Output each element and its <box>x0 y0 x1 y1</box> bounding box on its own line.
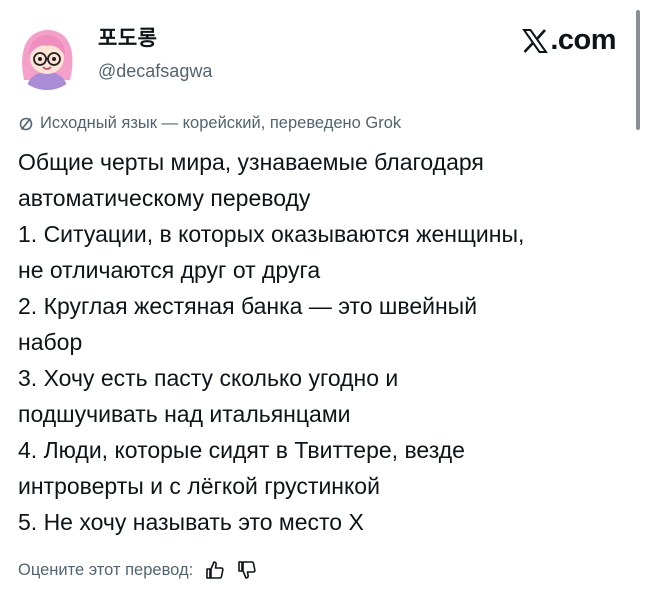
rate-translation-label: Оцените этот перевод: <box>18 560 194 579</box>
tweet-line: набор <box>18 329 83 355</box>
thumbs-down-icon <box>238 561 256 579</box>
tweet-line: 4. Люди, которые сидят в Твиттере, везде <box>18 437 465 463</box>
tweet-text: Общие черты мира, узнаваемые благодаря а… <box>18 144 628 540</box>
translation-note: Исходный язык — корейский, переведено Gr… <box>18 114 401 133</box>
x-logo-icon <box>522 28 549 53</box>
tweet-line: Общие черты мира, узнаваемые благодаря <box>18 149 484 175</box>
tweet-line: 5. Не хочу называть это место X <box>18 509 364 535</box>
brand-domain-text: .com <box>550 24 616 56</box>
author-handle[interactable]: @decafsagwa <box>98 61 212 82</box>
scrollbar[interactable] <box>636 10 640 130</box>
tweet-line: 1. Ситуации, в которых оказываются женщи… <box>18 221 525 247</box>
thumbs-up-button[interactable] <box>205 560 225 580</box>
tweet-line: автоматическому переводу <box>18 185 311 211</box>
tweet-line: не отличаются друг от друга <box>18 257 321 283</box>
translate-icon <box>19 117 33 130</box>
x-com-brand: .com <box>522 24 616 57</box>
pink-hair-character-avatar-icon <box>12 20 82 90</box>
tweet-line: подшучивать над итальянцами <box>18 401 351 427</box>
tweet-line: 3. Хочу есть пасту сколько угодно и <box>18 365 399 391</box>
author-display-name[interactable]: 포도롱 <box>98 22 157 52</box>
translation-note-text: Исходный язык — корейский, переведено Gr… <box>40 114 402 132</box>
tweet-line: 2. Круглая жестяная банка — это швейный <box>18 293 478 319</box>
author-avatar[interactable] <box>12 20 82 90</box>
thumbs-up-icon <box>206 561 224 579</box>
tweet-line: интроверты и с лёгкой грустинкой <box>18 473 380 499</box>
thumbs-down-button[interactable] <box>237 560 257 580</box>
rate-translation: Оцените этот перевод: <box>18 560 257 580</box>
